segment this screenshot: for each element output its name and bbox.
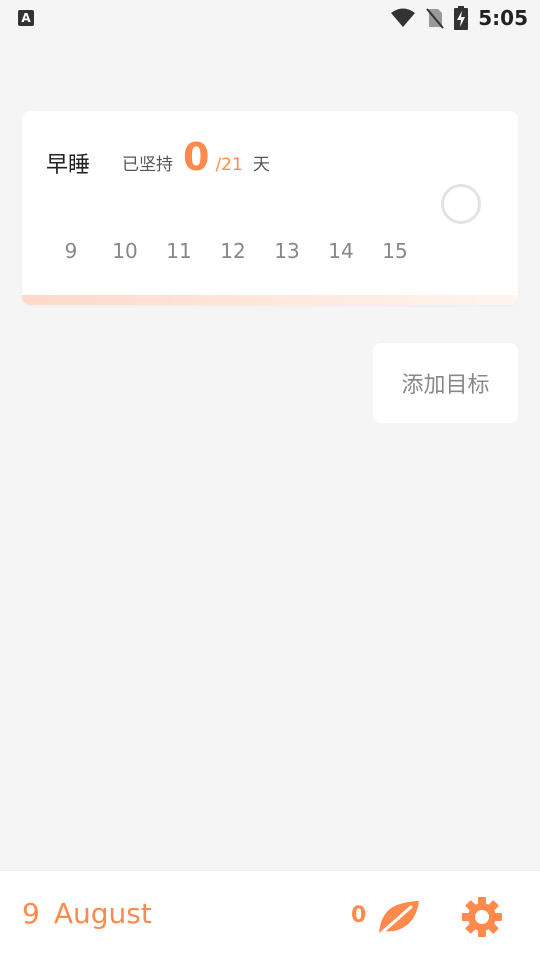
battery-charging-icon xyxy=(454,6,469,30)
day-item: 9 xyxy=(64,239,78,263)
day-item: 13 xyxy=(274,239,300,263)
add-goal-button[interactable]: 添加目标 xyxy=(373,343,518,423)
persist-label: 已坚持 xyxy=(122,155,173,175)
persist-row: 已坚持 0 /21 天 xyxy=(122,135,270,179)
day-list: 9 10 11 12 13 14 15 xyxy=(44,239,422,263)
check-in-button[interactable] xyxy=(441,184,481,224)
date-day: 9 xyxy=(22,897,40,930)
date-month: August xyxy=(53,897,152,930)
days-target: /21 xyxy=(215,155,243,175)
goal-title: 早睡 xyxy=(46,153,91,178)
goal-card[interactable]: 早睡 已坚持 0 /21 天 9 10 11 12 13 14 15 xyxy=(22,111,518,305)
leaf-icon[interactable] xyxy=(375,897,421,937)
status-bar: A 5:05 xyxy=(0,0,540,36)
bottom-bar: 9 August 0 xyxy=(0,870,540,960)
days-unit: 天 xyxy=(252,155,270,175)
days-done-count: 0 xyxy=(183,135,210,179)
day-item: 10 xyxy=(112,239,138,263)
date-display: 9 August xyxy=(22,897,152,930)
leaf-count: 0 xyxy=(351,903,367,928)
wifi-icon xyxy=(391,8,416,27)
day-item: 12 xyxy=(220,239,246,263)
day-item: 14 xyxy=(328,239,354,263)
goal-progress-bar xyxy=(22,295,518,305)
a-notification-icon: A xyxy=(18,10,34,26)
gear-icon[interactable] xyxy=(462,897,502,937)
day-item: 15 xyxy=(382,239,408,263)
no-sim-icon xyxy=(426,8,445,29)
clock-text: 5:05 xyxy=(478,6,528,30)
day-item: 11 xyxy=(166,239,192,263)
